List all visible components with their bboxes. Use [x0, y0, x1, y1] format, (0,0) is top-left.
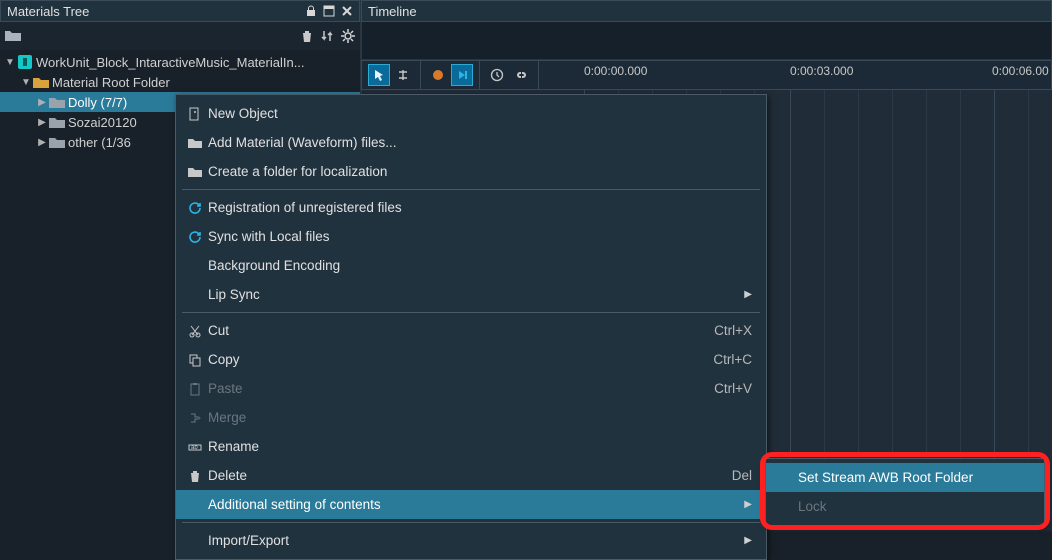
trash-icon[interactable]: [300, 29, 314, 43]
submenu-arrow-icon: ▶: [738, 499, 752, 510]
context-menu-label: Cut: [206, 323, 694, 338]
tree-label: other (1/36: [66, 135, 131, 150]
context-menu-shortcut: Ctrl+C: [693, 352, 752, 367]
context-menu-separator: [182, 522, 760, 523]
timeline-ruler[interactable]: 0:00:00.000 0:00:03.000 0:00:06.00: [572, 61, 1051, 89]
context-menu-item: PasteCtrl+V: [176, 374, 766, 403]
context-menu-item[interactable]: CopyCtrl+C: [176, 345, 766, 374]
ruler-mark: 0:00:06.00: [992, 64, 1049, 78]
context-submenu-item: Lock: [766, 492, 1044, 521]
context-menu-separator: [182, 189, 760, 190]
context-menu-label: Sync with Local files: [206, 229, 752, 244]
step-icon[interactable]: [451, 64, 473, 86]
context-submenu-label: Set Stream AWB Root Folder: [796, 470, 1030, 485]
clock-icon[interactable]: [486, 64, 508, 86]
submenu-arrow-icon: ▶: [738, 535, 752, 546]
svg-text:ab: ab: [191, 445, 198, 451]
materials-tree-title: Materials Tree: [7, 4, 89, 19]
expand-icon[interactable]: ▶: [36, 137, 48, 148]
context-menu-label: Create a folder for localization: [206, 164, 752, 179]
doc-plus-icon: [184, 107, 206, 121]
context-menu-item[interactable]: Create a folder for localization: [176, 157, 766, 186]
context-menu-shortcut: Ctrl+V: [694, 381, 752, 396]
context-menu-item[interactable]: CutCtrl+X: [176, 316, 766, 345]
context-menu-label: Registration of unregistered files: [206, 200, 752, 215]
context-menu-label: New Object: [206, 106, 752, 121]
tree-workunit[interactable]: ▼ WorkUnit_Block_IntaractiveMusic_Materi…: [0, 52, 360, 72]
context-menu-label: Lip Sync: [206, 287, 738, 302]
tree-label: Sozai20120: [66, 115, 137, 130]
timeline-header-blank: [361, 22, 1052, 60]
context-menu-label: Background Encoding: [206, 258, 752, 273]
cut-icon: [184, 324, 206, 338]
sync-icon: [184, 201, 206, 215]
copy-icon: [184, 353, 206, 367]
link-icon[interactable]: [510, 64, 532, 86]
submenu-arrow-icon: ▶: [738, 289, 752, 300]
context-menu[interactable]: New Object Add Material (Waveform) files.…: [175, 94, 767, 560]
expand-icon[interactable]: ▶: [36, 117, 48, 128]
folder-icon: [184, 166, 206, 178]
tree-label: WorkUnit_Block_IntaractiveMusic_Material…: [34, 55, 305, 70]
tree-label: Dolly (7/7): [66, 95, 127, 110]
context-menu-shortcut: Ctrl+X: [694, 323, 752, 338]
split-tool-icon[interactable]: [392, 64, 414, 86]
folder-icon: [48, 96, 66, 108]
workunit-icon: [16, 55, 34, 69]
context-menu-item[interactable]: Additional setting of contents▶: [176, 490, 766, 519]
tree-label: Material Root Folder: [50, 75, 170, 90]
merge-icon: [184, 411, 206, 425]
folder-icon: [48, 136, 66, 148]
context-menu-label: Paste: [206, 381, 694, 396]
context-menu-item[interactable]: New Object: [176, 99, 766, 128]
expand-icon[interactable]: ▼: [20, 77, 32, 88]
pointer-tool-icon[interactable]: [368, 64, 390, 86]
context-menu-item[interactable]: Lip Sync▶: [176, 280, 766, 309]
sync-icon: [184, 230, 206, 244]
context-menu-label: Add Material (Waveform) files...: [206, 135, 752, 150]
context-menu-separator: [182, 312, 760, 313]
context-menu-label: Copy: [206, 352, 693, 367]
materials-tree-titlebar: Materials Tree: [0, 0, 360, 22]
expand-icon[interactable]: ▶: [36, 97, 48, 108]
context-menu-label: Additional setting of contents: [206, 497, 738, 512]
expand-icon[interactable]: ▼: [4, 57, 16, 68]
close-icon[interactable]: [341, 5, 353, 17]
rename-icon: ab: [184, 440, 206, 454]
context-menu-item: Merge: [176, 403, 766, 432]
lock-icon[interactable]: [305, 5, 317, 17]
materials-tree-toolbar: [0, 22, 360, 50]
context-menu-item[interactable]: Registration of unregistered files: [176, 193, 766, 222]
ruler-mark: 0:00:03.000: [790, 64, 853, 78]
folder-icon: [48, 116, 66, 128]
context-menu-item[interactable]: Sync with Local files: [176, 222, 766, 251]
context-menu-item[interactable]: Import/Export▶: [176, 526, 766, 555]
context-submenu[interactable]: Set Stream AWB Root Folder Lock: [765, 458, 1045, 526]
context-menu-item[interactable]: Background Encoding: [176, 251, 766, 280]
context-menu-label: Import/Export: [206, 533, 738, 548]
window-icon[interactable]: [323, 5, 335, 17]
gear-icon[interactable]: [340, 28, 356, 44]
folder-icon: [32, 76, 50, 88]
context-menu-shortcut: Del: [712, 468, 752, 483]
context-menu-label: Rename: [206, 439, 752, 454]
folder-filter-icon[interactable]: [4, 28, 22, 45]
timeline-title: Timeline: [368, 4, 417, 19]
timeline-toolbar: 0:00:00.000 0:00:03.000 0:00:06.00: [361, 60, 1052, 90]
folder-icon: [184, 137, 206, 149]
paste-icon: [184, 382, 206, 396]
context-menu-label: Delete: [206, 468, 712, 483]
context-menu-item[interactable]: Add Material (Waveform) files...: [176, 128, 766, 157]
context-submenu-item[interactable]: Set Stream AWB Root Folder: [766, 463, 1044, 492]
context-menu-item[interactable]: ab Rename: [176, 432, 766, 461]
context-submenu-label: Lock: [796, 499, 1030, 514]
record-icon[interactable]: [427, 64, 449, 86]
tree-root-folder[interactable]: ▼ Material Root Folder: [0, 72, 360, 92]
timeline-titlebar: Timeline: [361, 0, 1052, 22]
context-menu-label: Merge: [206, 410, 752, 425]
context-menu-item[interactable]: DeleteDel: [176, 461, 766, 490]
trash-icon: [184, 469, 206, 483]
sort-icon[interactable]: [320, 29, 334, 43]
ruler-mark: 0:00:00.000: [584, 64, 647, 78]
